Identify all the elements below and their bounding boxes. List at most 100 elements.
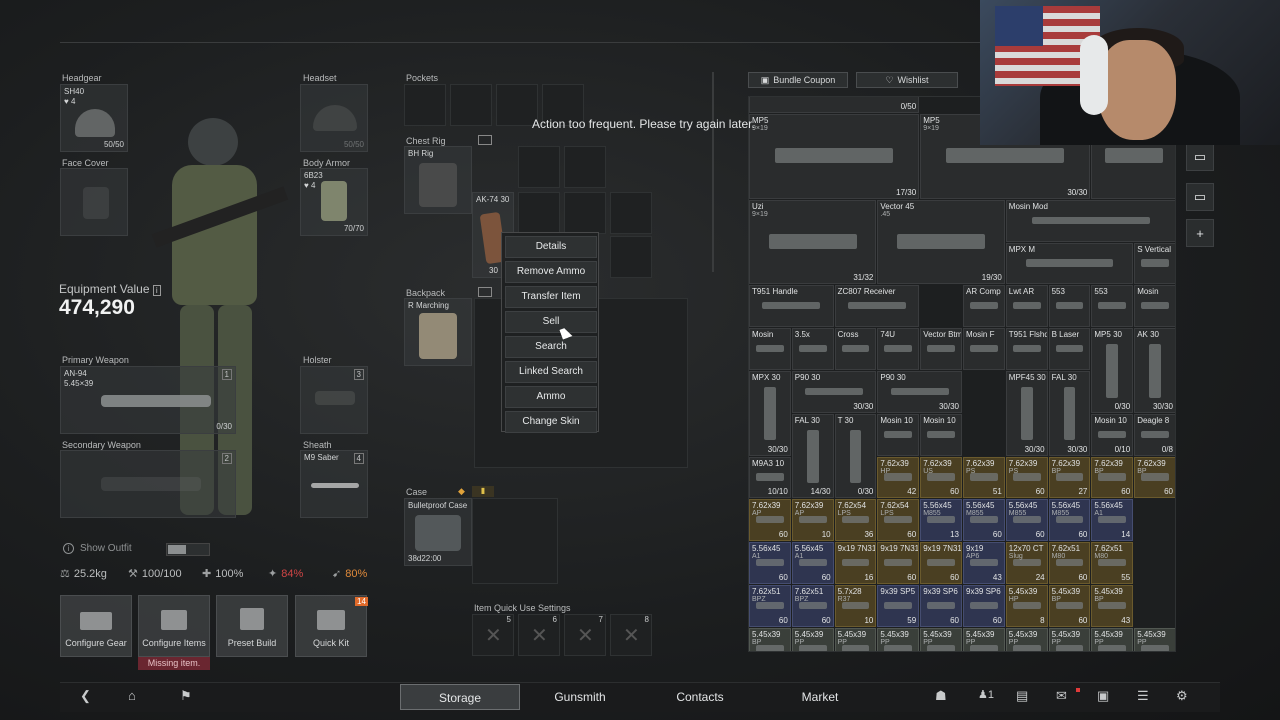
menu-ammo[interactable]: Ammo	[505, 386, 597, 408]
quick-use-slot-8[interactable]: 8 ✕	[610, 614, 652, 656]
ammo-stack[interactable]: 9x39 SP5 59	[877, 584, 920, 627]
pocket-slot-2[interactable]	[450, 84, 492, 126]
wishlist-button[interactable]: ♡ Wishlist	[856, 72, 958, 88]
ammo-stack[interactable]: 7.62x39 PS 51	[963, 456, 1005, 499]
body-armor-slot[interactable]: 6B23 ♥ 4 70/70	[300, 168, 368, 236]
ammo-stack[interactable]: 5.45x39 HP 8	[1005, 584, 1048, 627]
ammo-stack[interactable]: 9x19 7N31 16	[834, 542, 877, 584]
rig-cell[interactable]	[564, 192, 606, 234]
stash-item[interactable]: MPF45 30 30/30	[1005, 370, 1048, 456]
stash-item[interactable]: Vector 45.45 19/30	[877, 199, 1005, 285]
bundle-coupon-button[interactable]: ▣ Bundle Coupon	[748, 72, 848, 88]
rig-cell[interactable]	[518, 192, 560, 234]
stash-item[interactable]: 74U	[877, 328, 920, 370]
ammo-stack[interactable]: 5.56x45 M855 60	[1005, 499, 1048, 542]
ammo-stack[interactable]: 5.45x39 PP	[1005, 627, 1048, 651]
configure-gear-button[interactable]: Configure Gear	[60, 595, 132, 657]
stash-item[interactable]: MP5 30 0/30	[1091, 328, 1134, 413]
ammo-stack[interactable]: 5.7x28 R37 10	[834, 584, 877, 627]
menu-linked-search[interactable]: Linked Search	[505, 361, 597, 383]
tab-storage[interactable]: Storage	[400, 684, 520, 710]
headgear-slot[interactable]: SH40 ♥ 4 50/50	[60, 84, 128, 152]
ammo-stack[interactable]: 7.62x39 BP 60	[1091, 456, 1134, 499]
quick-use-slot-7[interactable]: 7 ✕	[564, 614, 606, 656]
face-cover-slot[interactable]	[60, 168, 128, 236]
backpack-slot[interactable]: R Marching	[404, 298, 472, 366]
tab-market[interactable]: Market	[760, 684, 880, 710]
mail-icon[interactable]: ✉	[1056, 688, 1067, 704]
sheath-slot[interactable]: M9 Saber 4	[300, 450, 368, 518]
ammo-stack[interactable]: 5.56x45 A1 14	[1091, 499, 1134, 542]
case-upgrade-icon[interactable]: ▮	[472, 486, 494, 497]
stash-item[interactable]: Mosin	[1134, 285, 1175, 328]
menu-change-skin[interactable]: Change Skin	[505, 411, 597, 433]
stash-item[interactable]: T951 Flshd	[1005, 328, 1048, 370]
ammo-stack[interactable]: 7.62x39 HP 42	[877, 456, 920, 499]
stash-item[interactable]: FAL 30 14/30	[791, 413, 834, 499]
ammo-stack[interactable]: 5.45x39 PP	[1048, 627, 1091, 651]
flag-icon[interactable]: ⚑	[180, 688, 192, 704]
stash-item[interactable]: MPX M	[1005, 242, 1134, 285]
ammo-stack[interactable]: 7.62x51 M80 60	[1048, 542, 1091, 584]
stash-item[interactable]: S Vertical	[1134, 242, 1175, 285]
show-outfit-toggle[interactable]	[166, 543, 210, 556]
stash-item[interactable]: B Laser	[1048, 328, 1091, 370]
case-slot[interactable]: Bulletproof Case 38d22:00	[404, 498, 472, 566]
scrollbar[interactable]	[712, 72, 714, 272]
holster-slot[interactable]: 3	[300, 366, 368, 434]
tab-gunsmith[interactable]: Gunsmith	[520, 684, 640, 710]
stash-item[interactable]: AK 30 30/30	[1134, 328, 1175, 413]
tab-contacts[interactable]: Contacts	[640, 684, 760, 710]
stash-item[interactable]: Cross	[834, 328, 877, 370]
stash-item[interactable]: Vector Btm	[920, 328, 962, 370]
configure-items-button[interactable]: Configure Items	[138, 595, 210, 657]
case-grid[interactable]	[472, 498, 558, 584]
stash-item[interactable]: M9A3 10 10/10	[749, 456, 791, 499]
add-stash-button[interactable]: +	[1186, 219, 1214, 247]
back-icon[interactable]: ❮	[80, 688, 91, 704]
ammo-stack[interactable]: 5.45x39 BP 60	[1048, 584, 1091, 627]
ammo-stack[interactable]: 9x39 SP6 60	[920, 584, 962, 627]
shop-icon[interactable]: ▣	[1097, 688, 1109, 704]
ammo-stack[interactable]: 7.62x54 LPS 60	[877, 499, 920, 542]
ammo-stack[interactable]: 5.45x39 BP	[749, 627, 791, 651]
ammo-stack[interactable]: 5.45x39 PP	[834, 627, 877, 651]
ammo-stack[interactable]: 5.56x45 A1 60	[791, 542, 834, 584]
ammo-stack[interactable]: 5.56x45 M855 60	[1048, 499, 1091, 542]
ammo-stack[interactable]: 5.56x45 M855 13	[920, 499, 962, 542]
rig-cell[interactable]	[564, 146, 606, 188]
ammo-stack[interactable]: 5.45x39 PP	[920, 627, 962, 651]
stash-item[interactable]: Lwt AR	[1005, 285, 1048, 328]
menu-transfer-item[interactable]: Transfer Item	[505, 286, 597, 308]
chest-rig-slot[interactable]: BH Rig	[404, 146, 472, 214]
stash-item[interactable]: 553	[1091, 285, 1134, 328]
home-icon[interactable]: ⌂	[128, 688, 136, 703]
ammo-stack[interactable]: 7.62x51 BPZ 60	[791, 584, 834, 627]
ammo-stack[interactable]: 5.56x45 M855 60	[963, 499, 1005, 542]
friends-icon[interactable]: ♟1	[978, 688, 994, 701]
stash-item[interactable]: MPX 30 30/30	[749, 370, 791, 456]
secondary-weapon-slot[interactable]: 2	[60, 450, 236, 518]
ammo-stack[interactable]: 7.62x51 BPZ 60	[749, 584, 791, 627]
ammo-stack[interactable]: 7.62x39 PS 60	[1005, 456, 1048, 499]
ammo-stack[interactable]: 7.62x51 M80 55	[1091, 542, 1134, 584]
ammo-stack[interactable]: 9x19 AP6 43	[963, 542, 1005, 584]
ammo-stack[interactable]: 9x39 SP6 60	[963, 584, 1005, 627]
menu-search[interactable]: Search	[505, 336, 597, 358]
stash-page-2-button[interactable]: ▭	[1186, 183, 1214, 211]
chest-rig-options-icon[interactable]	[478, 135, 492, 145]
rig-cell[interactable]	[610, 192, 652, 234]
chat-icon[interactable]: ▤	[1016, 688, 1028, 704]
stash-item[interactable]: Mosin	[749, 328, 791, 370]
squad-icon[interactable]: ☗	[935, 688, 947, 704]
stash-grid[interactable]: 0/50MP59×1917/30MP59×1930/30M24 CovUzi9×…	[748, 96, 1176, 652]
quick-use-slot-6[interactable]: 6 ✕	[518, 614, 560, 656]
stash-item[interactable]: Uzi 9×19 31/32	[749, 199, 877, 285]
stash-item[interactable]: P90 30 30/30	[877, 370, 962, 413]
stash-item[interactable]: Deagle 8 0/8	[1134, 413, 1175, 456]
settings-gear-icon[interactable]: ⚙	[1176, 688, 1188, 704]
backpack-options-icon[interactable]	[478, 287, 492, 297]
stash-page-1-button[interactable]: ▭	[1186, 143, 1214, 171]
stash-item[interactable]: Mosin F	[963, 328, 1005, 370]
stash-item[interactable]: ZC807 Receiver	[834, 285, 920, 328]
